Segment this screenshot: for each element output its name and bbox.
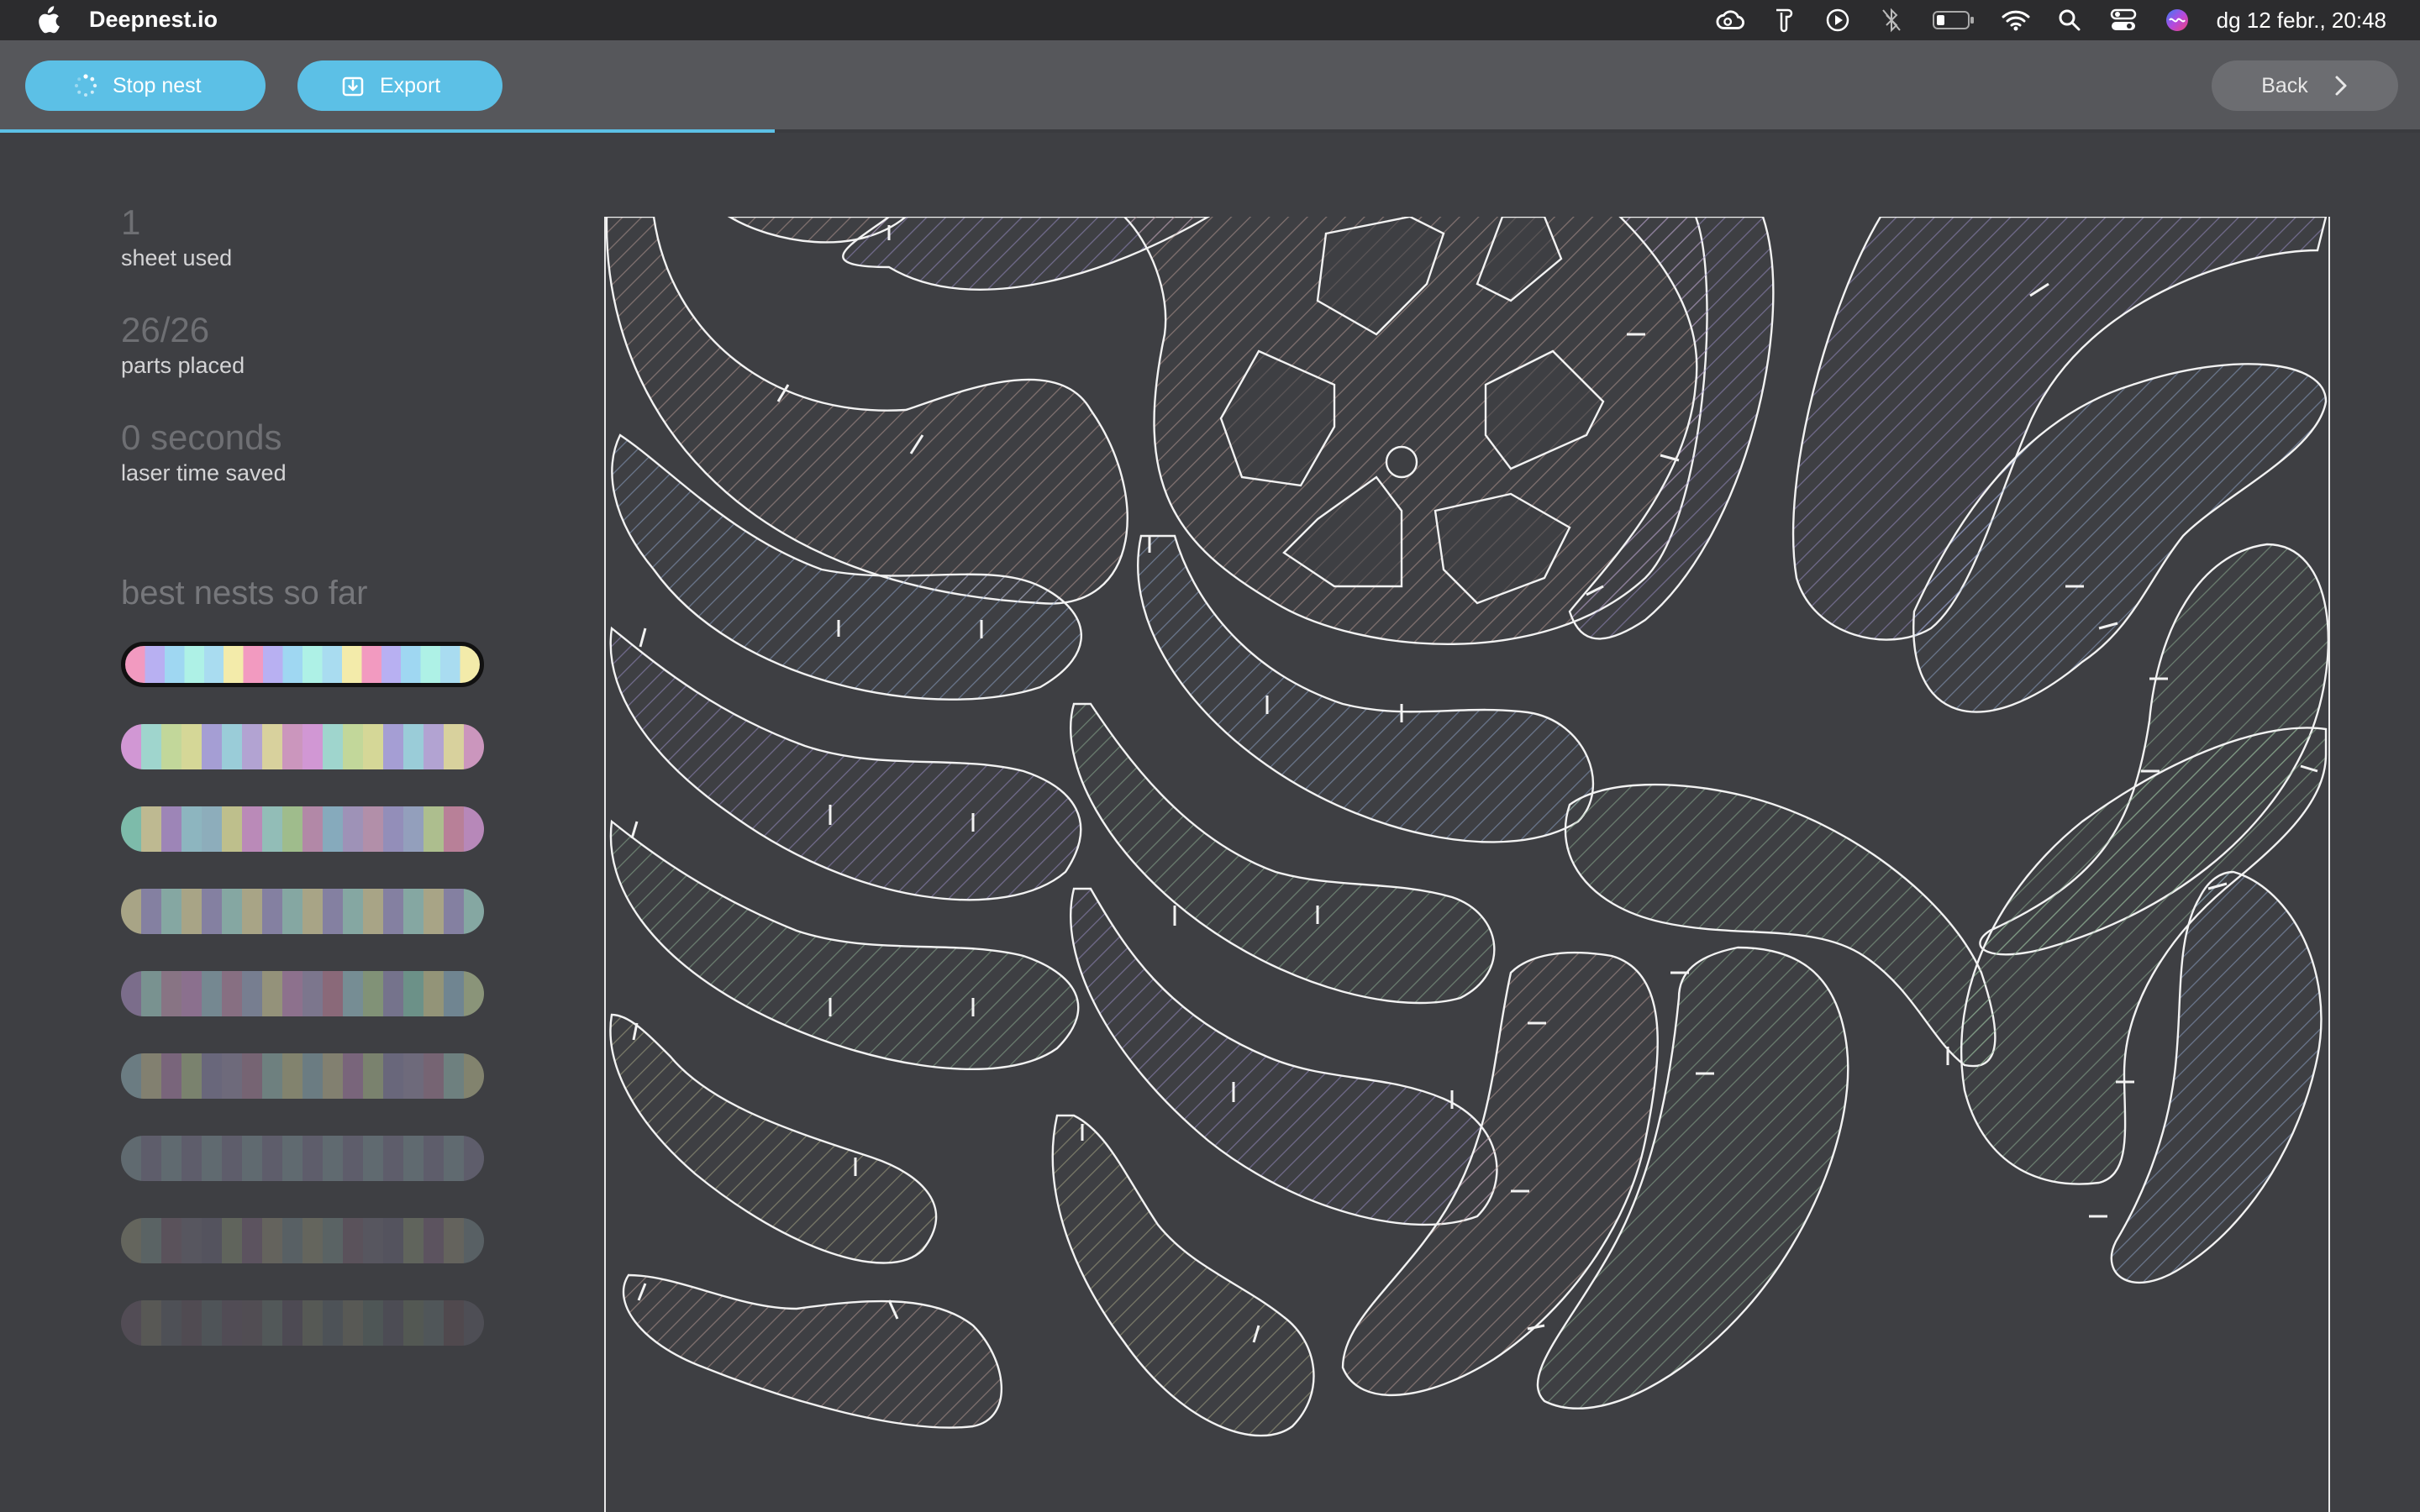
stats-panel: 1 sheet used 26/26 parts placed 0 second…	[121, 202, 491, 524]
app-name[interactable]: Deepnest.io	[89, 7, 218, 33]
back-label: Back	[2261, 73, 2308, 97]
download-icon	[342, 76, 364, 97]
stat-sheets-used: 1 sheet used	[121, 202, 491, 272]
stat-value: 0 seconds	[121, 417, 282, 457]
best-nests-title: best nests so far	[121, 575, 368, 612]
export-label: Export	[380, 73, 441, 97]
menubar-clock[interactable]: dg 12 febr., 20:48	[2217, 8, 2386, 34]
stat-parts-placed: 26/26 parts placed	[121, 309, 491, 380]
best-nests-list	[121, 642, 484, 1383]
nest-result-bar[interactable]	[121, 1218, 484, 1263]
siri-icon[interactable]	[2163, 6, 2191, 34]
stat-value: 1	[121, 202, 141, 242]
nest-result-bar[interactable]	[121, 642, 484, 687]
nest-sheet-preview	[604, 217, 2330, 1512]
apple-icon[interactable]	[34, 6, 60, 34]
stop-nest-label: Stop nest	[113, 73, 202, 97]
nest-result-bar[interactable]	[121, 1053, 484, 1099]
stat-label: parts placed	[121, 353, 245, 378]
creative-cloud-icon[interactable]	[1716, 6, 1744, 34]
wifi-icon[interactable]	[2002, 6, 2030, 34]
nest-result-bar[interactable]	[121, 806, 484, 852]
nest-result-bar[interactable]	[121, 1300, 484, 1346]
nest-result-bar[interactable]	[121, 1136, 484, 1181]
nest-result-bar[interactable]	[121, 889, 484, 934]
menu-bar: Deepnest.io dg 12 febr., 20:48	[0, 0, 2420, 40]
stat-laser-time: 0 seconds laser time saved	[121, 417, 491, 487]
stat-label: sheet used	[121, 245, 233, 270]
export-button[interactable]: Export	[297, 60, 502, 111]
search-icon[interactable]	[2055, 6, 2084, 34]
stop-nest-button[interactable]: Stop nest	[25, 60, 266, 111]
spinner-icon	[75, 74, 97, 97]
app-toolbar: Stop nest Export Back	[0, 40, 2420, 131]
nest-result-bar[interactable]	[121, 724, 484, 769]
chevron-right-icon	[2335, 76, 2347, 96]
nest-result-bar[interactable]	[121, 971, 484, 1016]
script-icon[interactable]	[1770, 6, 1798, 34]
nest-part	[622, 1273, 1002, 1429]
battery-icon[interactable]	[1931, 6, 1976, 34]
stat-label: laser time saved	[121, 460, 287, 486]
back-button[interactable]: Back	[2212, 60, 2398, 111]
nest-progress-bar	[0, 129, 2420, 133]
stat-value: 26/26	[121, 310, 210, 349]
play-circle-icon[interactable]	[1823, 6, 1852, 34]
bluetooth-off-icon[interactable]	[1877, 6, 1906, 34]
control-center-icon[interactable]	[2109, 6, 2138, 34]
nest-progress-fill	[0, 129, 775, 133]
